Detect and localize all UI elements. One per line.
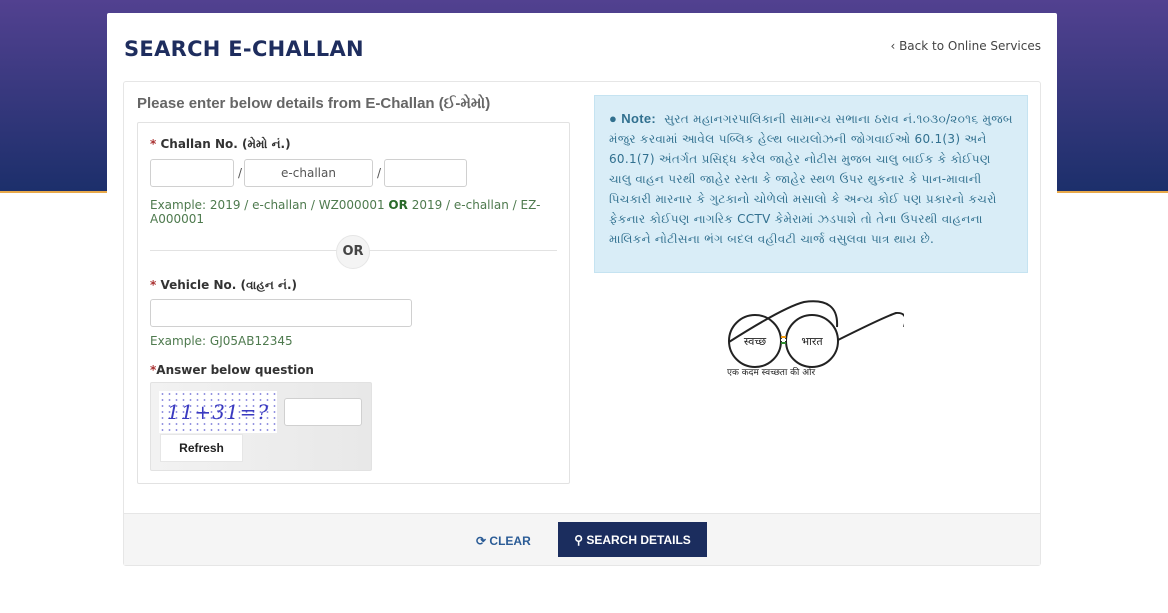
separator: / [377,166,382,180]
form-footer: ⟳ CLEAR ⚲ SEARCH DETAILS [124,513,1040,565]
refresh-captcha-button[interactable]: Refresh [160,434,243,462]
note-label: Note: [621,111,656,126]
svg-text:स्वच्छ: स्वच्छ [744,335,766,348]
back-to-online-services-link[interactable]: ‹ Back to Online Services [890,39,1041,53]
note-text: સુરત મહાનગરપાલિકાની સામાન્ય સભાના ઠરાવ ન… [609,112,1013,246]
svg-text:भारत: भारत [801,335,823,348]
separator: / [238,166,243,180]
swachh-bharat-logo: स्वच्छ भारत एक कदम स्वच्छता की ओर [724,297,907,381]
exclamation-circle-icon: ● [609,111,618,126]
captcha-box: 11+31=? Refresh [150,382,372,471]
captcha-image: 11+31=? [159,391,277,433]
vehicle-number-input[interactable] [150,299,412,327]
vehicle-example: Example: GJ05AB12345 [150,334,293,348]
search-details-button[interactable]: ⚲ SEARCH DETAILS [558,522,707,557]
challan-example: Example: 2019 / e-challan / WZ000001 OR … [150,198,541,226]
challan-type-input[interactable] [244,159,373,187]
captcha-label: *Answer below question [150,363,314,377]
search-form: * Challan No. (મેમો નં.) / / Example: 20… [137,122,570,484]
challan-number-input[interactable] [384,159,467,187]
search-card: SEARCH E-CHALLAN ‹ Back to Online Servic… [107,13,1057,613]
search-panel: Please enter below details from E-Challa… [123,81,1041,566]
note-box: ● Note: સુરત મહાનગરપાલિકાની સામાન્ય સભાન… [594,95,1028,273]
clear-button[interactable]: ⟳ CLEAR [476,527,531,555]
challan-label: * Challan No. (મેમો નં.) [150,137,291,151]
captcha-answer-input[interactable] [284,398,362,426]
svg-text:एक कदम स्वच्छता की ओर: एक कदम स्वच्छता की ओर [727,366,815,377]
challan-year-input[interactable] [150,159,234,187]
vehicle-label: * Vehicle No. (વાહન નં.) [150,278,297,292]
search-icon: ⚲ [574,532,583,547]
form-subtitle: Please enter below details from E-Challa… [137,95,491,112]
or-divider: OR [336,235,370,269]
refresh-icon: ⟳ [476,534,487,548]
page-title: SEARCH E-CHALLAN [124,37,364,61]
